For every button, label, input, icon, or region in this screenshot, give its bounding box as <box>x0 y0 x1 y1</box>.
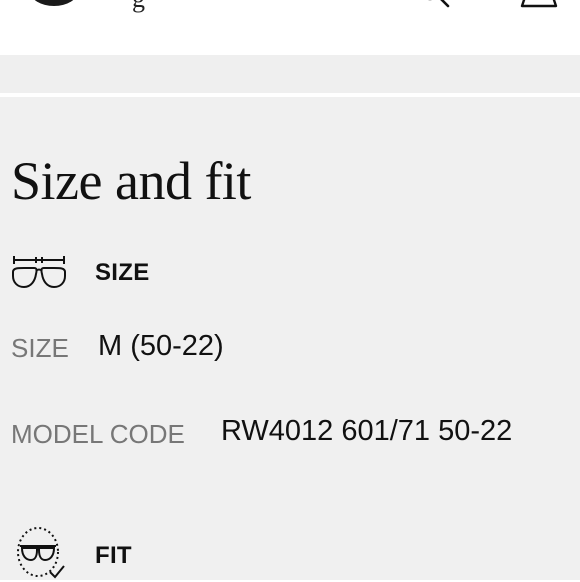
size-section-heading: SIZE <box>95 259 150 286</box>
face-glasses-check-icon <box>17 527 65 579</box>
top-band <box>0 55 580 93</box>
model-code-value: RW4012 601/71 50-22 <box>221 415 513 447</box>
fit-section-heading: FIT <box>95 542 132 569</box>
top-header: g <box>0 0 580 55</box>
size-label: SIZE <box>11 333 69 363</box>
shopping-bag-icon[interactable] <box>516 0 564 10</box>
size-and-fit-title: Size and fit <box>11 151 251 211</box>
brand-logo-icon[interactable] <box>30 0 78 6</box>
glasses-measure-icon <box>12 256 66 289</box>
size-value: M (50-22) <box>98 330 224 362</box>
search-icon[interactable] <box>418 0 454 10</box>
model-code-label: MODEL CODE <box>11 419 185 449</box>
brand-wordmark[interactable]: g <box>132 0 145 14</box>
